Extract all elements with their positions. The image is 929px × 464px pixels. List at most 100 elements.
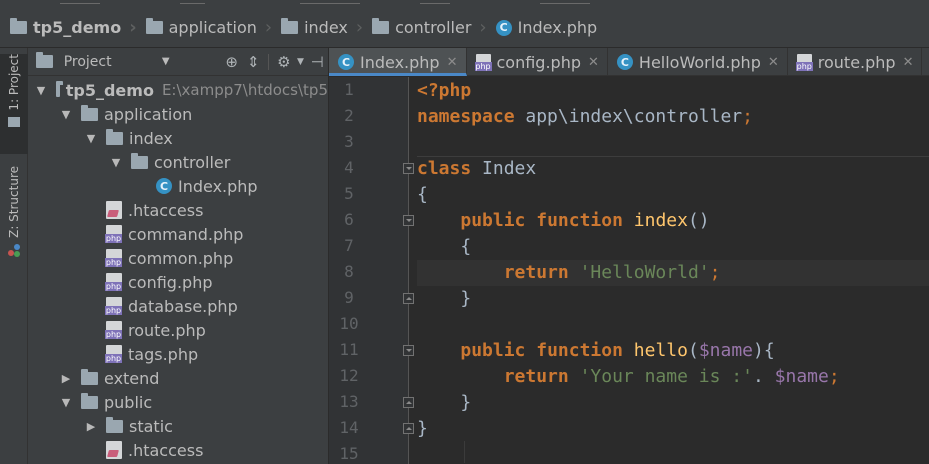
tree-file-item[interactable]: C Index.php <box>28 174 328 198</box>
expand-arrow-icon[interactable]: ▼ <box>59 396 73 409</box>
collapsed-arrow-icon[interactable]: ▶ <box>84 420 98 433</box>
code-token: public <box>460 340 526 361</box>
breadcrumb-item[interactable]: tp5_demo › <box>10 8 146 48</box>
breadcrumb-item[interactable]: index › <box>281 8 372 48</box>
code-line[interactable]: <?php <box>417 78 929 104</box>
code-editor[interactable]: 1 2 3 4 5 6 7 8 9 10 11 12 13 14 15 <?php namespace app… <box>329 77 929 464</box>
editor-tab[interactable]: route.php ✕ <box>788 48 923 76</box>
php-file-icon <box>474 53 492 71</box>
tree-file-item[interactable]: common.php <box>28 246 328 270</box>
tree-item-label: command.php <box>128 224 244 244</box>
tree-item-label: application <box>104 104 193 124</box>
fold-marker-icon[interactable] <box>403 163 414 174</box>
fold-marker-icon[interactable] <box>403 293 414 304</box>
fold-marker-icon[interactable] <box>403 345 414 356</box>
project-tool-tab[interactable]: 1: Project <box>0 54 28 154</box>
code-line[interactable] <box>417 130 929 156</box>
breadcrumb-item[interactable]: C Index.php <box>495 8 597 48</box>
code-line[interactable]: namespace app\index\controller; <box>417 104 929 130</box>
php-file-icon <box>105 297 122 315</box>
expand-arrow-icon[interactable]: ▼ <box>34 84 48 97</box>
settings-dropdown-icon[interactable]: ▼ <box>295 57 307 67</box>
tree-folder-item[interactable]: ▼ controller <box>28 150 328 174</box>
code-token: ){ <box>753 340 775 361</box>
settings-icon[interactable]: ⚙ <box>273 53 295 71</box>
line-number: 10 <box>339 314 359 333</box>
project-view-icon <box>36 52 53 68</box>
code-line[interactable] <box>417 312 929 338</box>
line-number: 11 <box>339 340 359 359</box>
breadcrumb-item[interactable]: controller › <box>372 8 496 48</box>
expand-arrow-icon[interactable]: ▼ <box>59 108 73 121</box>
code-line[interactable]: public function hello($name){ <box>417 338 929 364</box>
locate-icon[interactable]: ⊕ <box>221 53 243 71</box>
editor-tab[interactable]: C Index.php ✕ <box>329 48 467 76</box>
tree-file-item[interactable]: tags.php <box>28 342 328 366</box>
editor-tabs: CIndex.php✕config.php✕CHelloWorld.php✕ro… <box>329 48 929 76</box>
editor-tab[interactable]: config.php ✕ <box>467 48 608 76</box>
fold-marker-icon[interactable] <box>403 423 414 434</box>
editor-gutter: 1 2 3 4 5 6 7 8 9 10 11 12 13 14 15 <box>329 77 414 464</box>
tree-file-item[interactable]: .htaccess <box>28 198 328 222</box>
fold-marker-icon[interactable] <box>403 397 414 408</box>
close-icon[interactable]: ✕ <box>588 55 599 70</box>
structure-tool-tab[interactable]: Z: Structure <box>0 166 28 276</box>
code-line[interactable]: } <box>417 416 929 442</box>
php-file-icon <box>105 225 122 243</box>
expand-arrow-icon[interactable]: ▼ <box>84 132 98 145</box>
php-file-icon <box>795 53 813 71</box>
left-tool-window-bar: 1: Project Z: Structure <box>0 48 28 464</box>
hide-icon[interactable]: ⊣ <box>306 53 328 71</box>
tree-folder-item[interactable]: ▼ public <box>28 390 328 414</box>
tree-file-item[interactable]: command.php <box>28 222 328 246</box>
line-number: 7 <box>344 236 354 255</box>
close-icon[interactable]: ✕ <box>903 55 914 70</box>
folder-icon <box>81 368 98 385</box>
project-tool-tab-label: 1: Project <box>7 54 21 111</box>
tree-file-item[interactable]: route.php <box>28 318 328 342</box>
line-number: 14 <box>339 418 359 437</box>
htaccess-file-icon <box>106 441 122 459</box>
code-line[interactable] <box>417 442 929 464</box>
chevron-right-icon: › <box>129 17 137 38</box>
tree-folder-item[interactable]: ▼ tp5_demo E:\xampp7\htdocs\tp5 <box>28 78 328 102</box>
collapse-icon[interactable]: ⇕ <box>242 53 264 71</box>
project-tree: ▼ tp5_demo E:\xampp7\htdocs\tp5 ▼ applicatio… <box>28 76 328 462</box>
tree-folder-item[interactable]: ▼ application <box>28 102 328 126</box>
tree-folder-item[interactable]: ▶ static <box>28 414 328 438</box>
code-line[interactable]: { <box>417 182 929 208</box>
tree-folder-item[interactable]: ▶ extend <box>28 366 328 390</box>
code-token: { <box>417 184 428 205</box>
tree-item-label: static <box>129 416 173 436</box>
structure-icon <box>7 243 21 257</box>
chevron-down-icon[interactable]: ▼ <box>162 56 221 67</box>
tree-file-item[interactable]: database.php <box>28 294 328 318</box>
code-line[interactable]: public function index() <box>417 208 929 234</box>
editor-tab[interactable]: C HelloWorld.php ✕ <box>608 48 788 76</box>
htaccess-file-icon <box>106 201 122 219</box>
code-line[interactable]: } <box>417 390 929 416</box>
project-view-selector[interactable]: Project <box>64 54 162 70</box>
code-token: hello <box>633 340 688 361</box>
tree-file-item[interactable]: .htaccess <box>28 438 328 462</box>
tree-folder-item[interactable]: ▼ index <box>28 126 328 150</box>
fold-marker-icon[interactable] <box>403 215 414 226</box>
code-line[interactable]: return 'HelloWorld'; <box>417 260 929 286</box>
tree-item-label: database.php <box>128 296 238 316</box>
close-icon[interactable]: ✕ <box>447 55 458 70</box>
code-token: ; <box>709 262 721 283</box>
tree-file-item[interactable]: config.php <box>28 270 328 294</box>
code-line[interactable]: { <box>417 234 929 260</box>
code-line[interactable]: return 'Your name is :'. $name; <box>417 364 929 390</box>
code-token: ; <box>828 366 840 387</box>
code-line[interactable]: } <box>417 286 929 312</box>
collapsed-arrow-icon[interactable]: ▶ <box>59 372 73 385</box>
expand-arrow-icon[interactable]: ▼ <box>109 156 123 169</box>
close-icon[interactable]: ✕ <box>768 55 779 70</box>
code-area[interactable]: <?php namespace app\index\controller; clas… <box>417 77 929 464</box>
breadcrumb-item[interactable]: application › <box>145 8 281 48</box>
project-panel: Project ▼ ⊕ ⇕ ⚙ ▼ ⊣ ▼ tp5_demo E:\xampp7\h… <box>28 48 329 464</box>
code-line[interactable]: class Index <box>417 156 929 182</box>
